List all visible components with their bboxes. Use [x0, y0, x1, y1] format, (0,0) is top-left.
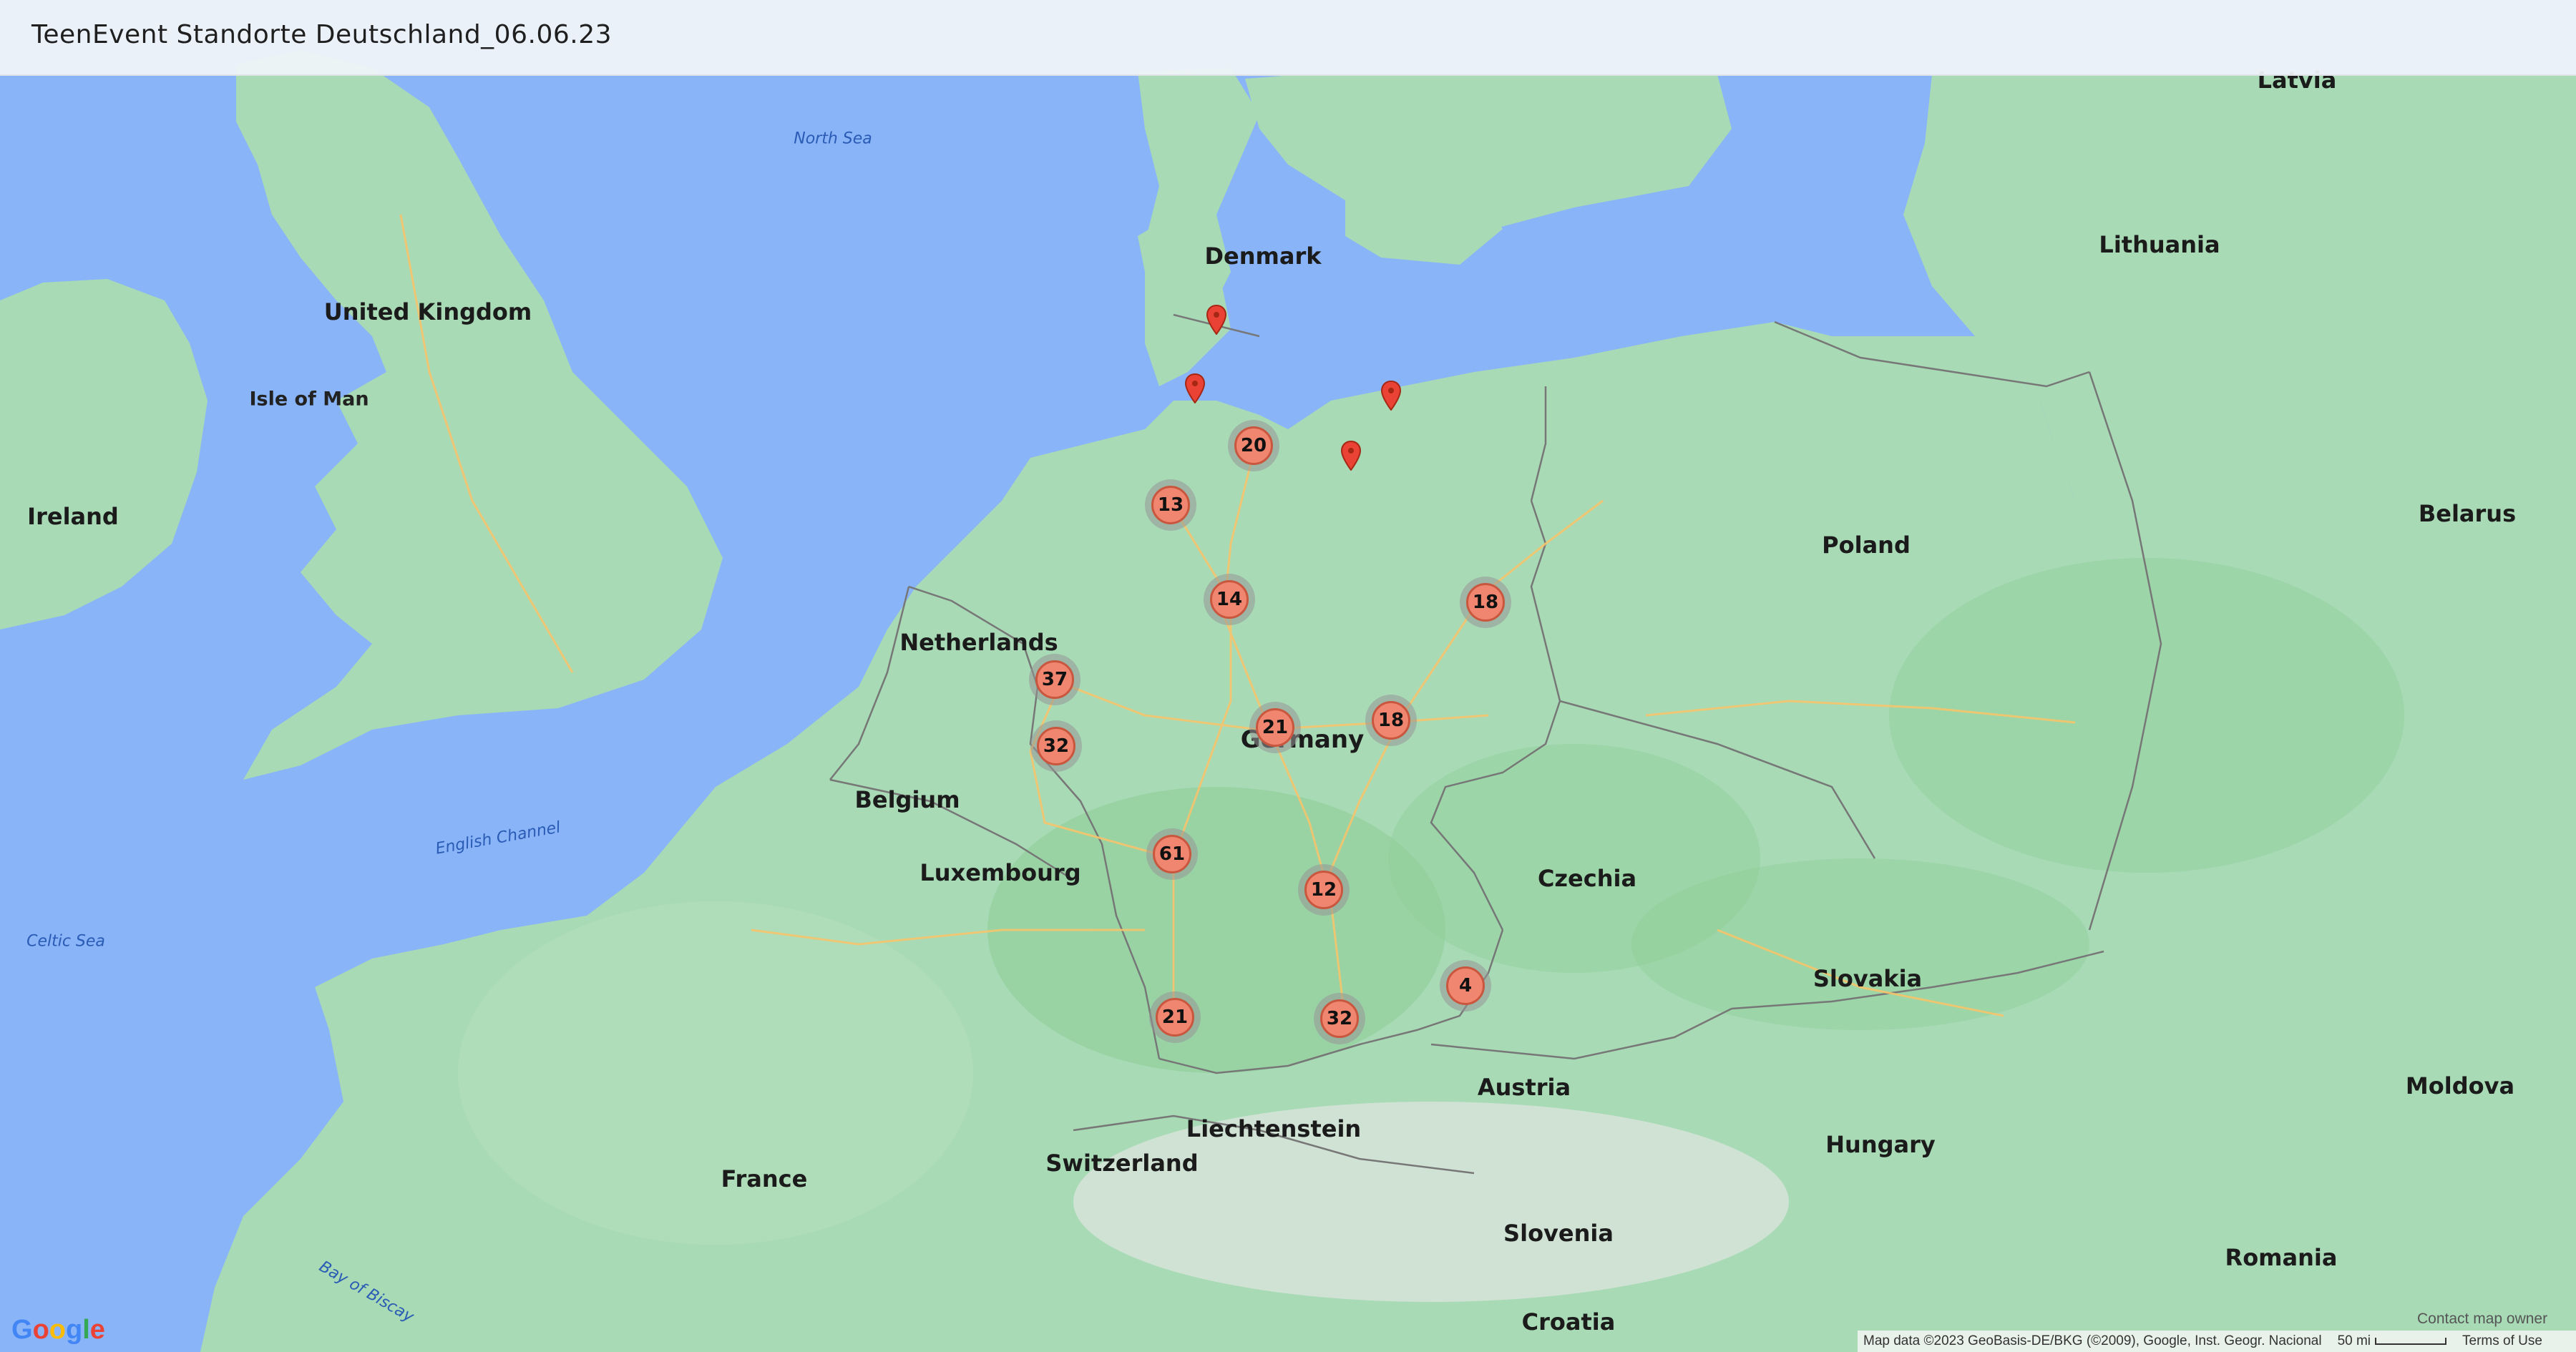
- cluster-marker-passau[interactable]: 4: [1440, 960, 1491, 1011]
- cluster-marker-cologne[interactable]: 32: [1030, 720, 1082, 772]
- cluster-count: 61: [1153, 835, 1191, 873]
- map-title: TeenEvent Standorte Deutschland_06.06.23: [31, 20, 612, 49]
- cluster-count: 18: [1466, 583, 1505, 622]
- map-header: TeenEvent Standorte Deutschland_06.06.23: [0, 0, 2576, 76]
- cluster-marker-freiburg[interactable]: 21: [1149, 991, 1201, 1043]
- cluster-count: 21: [1256, 708, 1294, 747]
- cluster-marker-kassel[interactable]: 21: [1249, 702, 1301, 753]
- cluster-count: 12: [1304, 871, 1343, 909]
- cluster-marker-bremen[interactable]: 13: [1145, 479, 1196, 531]
- map-data-attribution: Map data ©2023 GeoBasis-DE/BKG (©2009), …: [1863, 1333, 2322, 1348]
- cluster-marker-frankfurt[interactable]: 61: [1146, 828, 1198, 880]
- cluster-marker-hamburg[interactable]: 20: [1228, 420, 1279, 471]
- map-attribution-bar: Map data ©2023 GeoBasis-DE/BKG (©2009), …: [1858, 1331, 2576, 1352]
- cluster-count: 32: [1320, 999, 1359, 1038]
- cluster-count: 4: [1446, 966, 1485, 1005]
- scale-indicator: 50 mi: [2337, 1333, 2447, 1349]
- cluster-count: 32: [1037, 727, 1075, 765]
- location-pin[interactable]: [1340, 441, 1362, 471]
- cluster-count: 37: [1035, 660, 1074, 699]
- location-pin[interactable]: [1184, 373, 1206, 403]
- location-pin[interactable]: [1206, 305, 1227, 335]
- cluster-count: 21: [1156, 998, 1194, 1037]
- cluster-marker-essen[interactable]: 37: [1029, 654, 1080, 705]
- cluster-count: 14: [1210, 580, 1249, 619]
- scale-bar: [2375, 1337, 2447, 1345]
- scale-label: 50 mi: [2337, 1333, 2371, 1348]
- cluster-marker-leipzig[interactable]: 18: [1365, 695, 1417, 746]
- cluster-count: 18: [1372, 701, 1410, 740]
- cluster-marker-berlin[interactable]: 18: [1460, 577, 1511, 628]
- cluster-marker-munich[interactable]: 32: [1314, 993, 1365, 1044]
- cluster-marker-hanover[interactable]: 14: [1204, 574, 1255, 625]
- contact-map-owner-link[interactable]: Contact map owner: [2417, 1311, 2547, 1328]
- cluster-marker-nuremberg[interactable]: 12: [1298, 864, 1350, 916]
- location-pin[interactable]: [1380, 381, 1402, 411]
- terms-of-use-link[interactable]: Terms of Use: [2462, 1333, 2542, 1349]
- map-canvas[interactable]: [0, 0, 2576, 1352]
- cluster-count: 13: [1151, 486, 1190, 524]
- cluster-count: 20: [1234, 426, 1273, 465]
- google-logo: Google: [11, 1315, 105, 1345]
